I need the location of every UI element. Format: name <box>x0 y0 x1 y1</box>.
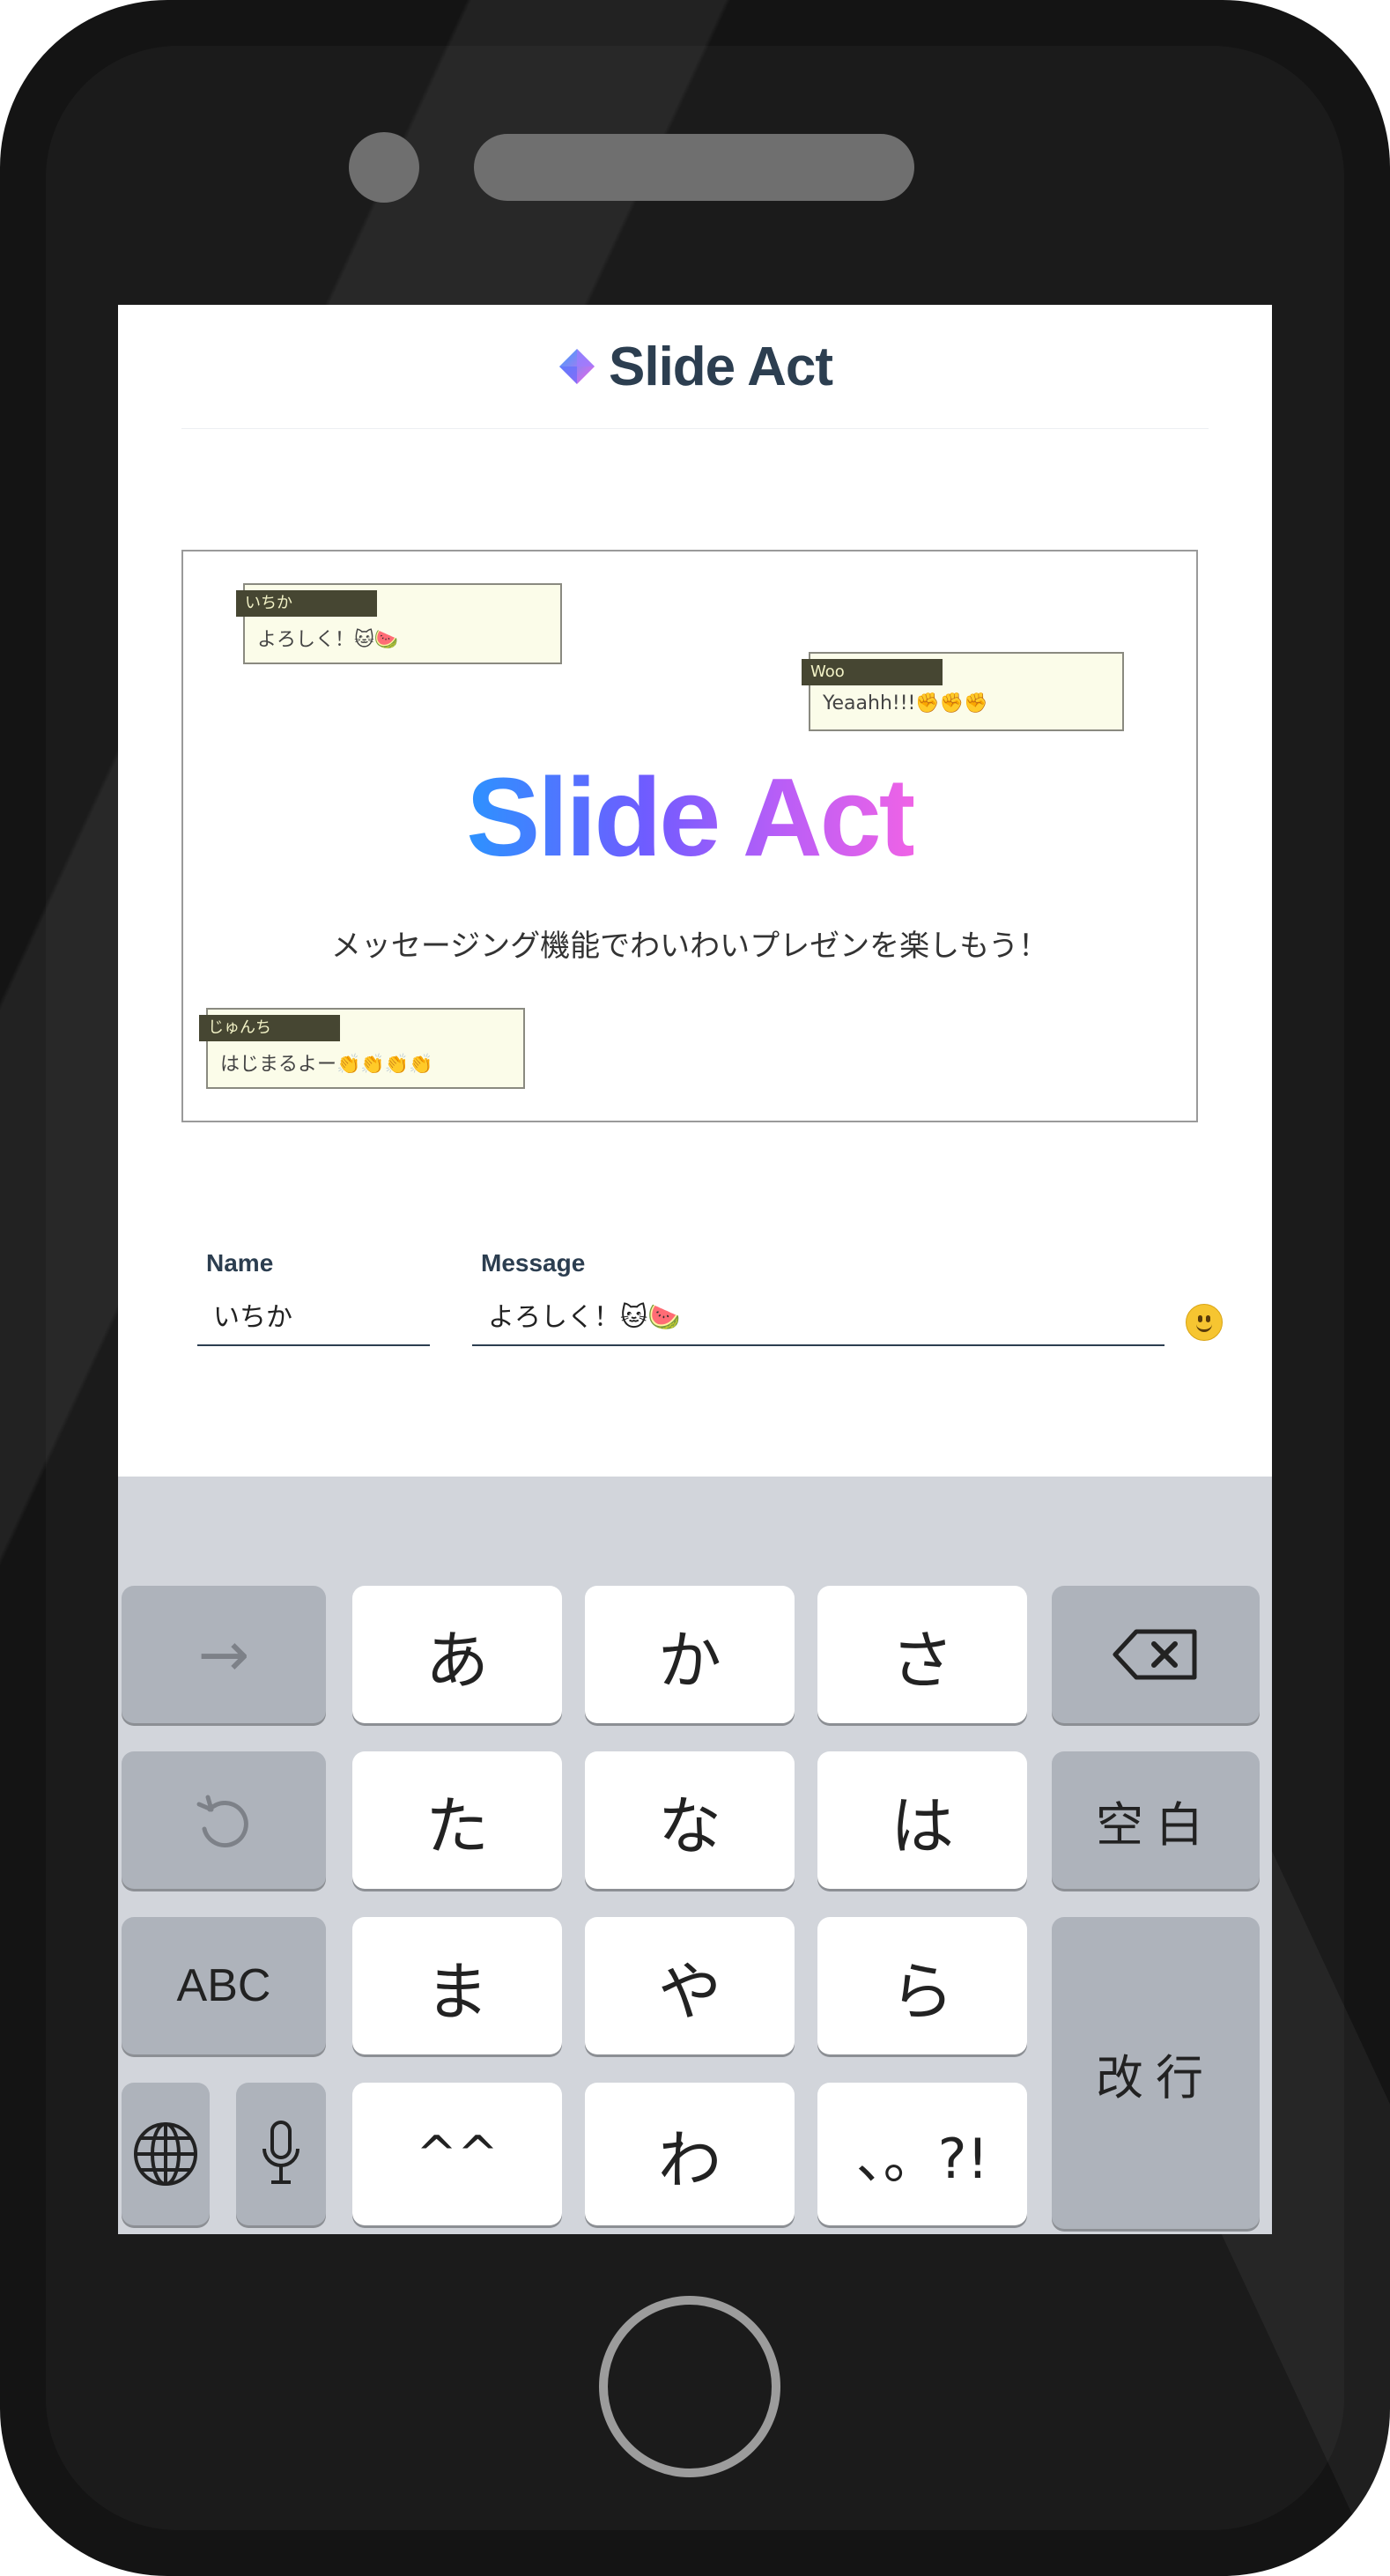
key-return[interactable]: 改行 <box>1052 1917 1260 2229</box>
microphone-icon[interactable] <box>236 2083 326 2225</box>
key-ma[interactable]: ま <box>352 1917 562 2054</box>
slide-subtitle: メッセージング機能でわいわいプレゼンを楽しもう！ <box>330 929 1049 964</box>
message-label: Message <box>481 1249 586 1277</box>
key-na[interactable]: な <box>585 1751 795 1889</box>
front-camera <box>349 132 419 203</box>
phone-frame: Slide Act いちか よろしく！🐱🍉 Woo Yeaahh!!!✊✊✊ じ… <box>0 0 1390 2576</box>
comment-bubble: Woo Yeaahh!!!✊✊✊ <box>802 652 1124 731</box>
comment-author: いちか <box>236 590 377 617</box>
comment-text: Yeaahh!!!✊✊✊ <box>823 692 988 714</box>
key-wa[interactable]: わ <box>585 2083 795 2225</box>
key-abc[interactable]: ABC <box>122 1917 326 2054</box>
logo-gem-icon <box>558 347 596 386</box>
key-ra[interactable]: ら <box>817 1917 1027 2054</box>
key-next-arrow[interactable]: → <box>122 1586 326 1723</box>
key-ka[interactable]: か <box>585 1586 795 1723</box>
key-ha[interactable]: は <box>817 1751 1027 1889</box>
home-button[interactable] <box>599 2296 780 2477</box>
comment-text: よろしく！🐱🍉 <box>257 629 399 651</box>
japanese-keyboard: → あ か さ た な は 空白 ABC ま や ら 改行 ^^ わ 、。?! <box>118 1477 1272 2234</box>
comment-author: じゅんち <box>199 1015 340 1041</box>
earpiece-speaker <box>474 134 914 201</box>
brand-name: Slide Act <box>609 336 833 397</box>
key-ya[interactable]: や <box>585 1917 795 2054</box>
app-header: Slide Act <box>181 305 1209 429</box>
comment-text: はじまるよー👏👏👏👏 <box>220 1054 433 1076</box>
key-sa[interactable]: さ <box>817 1586 1027 1723</box>
slide-title: Slide Act <box>466 755 915 879</box>
key-punctuation[interactable]: 、。?! <box>817 2083 1027 2225</box>
comment-author: Woo <box>802 659 943 685</box>
name-label: Name <box>206 1249 274 1277</box>
emoji-smile-icon[interactable] <box>1186 1304 1223 1341</box>
key-ta[interactable]: た <box>352 1751 562 1889</box>
key-kaomoji[interactable]: ^^ <box>352 2083 562 2225</box>
name-input[interactable]: いちか <box>197 1293 430 1346</box>
undo-icon[interactable] <box>122 1751 326 1889</box>
comment-bubble: いちか よろしく！🐱🍉 <box>236 583 562 664</box>
key-a[interactable]: あ <box>352 1586 562 1723</box>
comment-bubble: じゅんち はじまるよー👏👏👏👏 <box>199 1008 525 1089</box>
key-space[interactable]: 空白 <box>1052 1751 1260 1889</box>
message-input[interactable]: よろしく！🐱🍉 <box>472 1293 1164 1346</box>
delete-icon[interactable] <box>1052 1586 1260 1723</box>
screen: Slide Act いちか よろしく！🐱🍉 Woo Yeaahh!!!✊✊✊ じ… <box>118 305 1272 2234</box>
globe-icon[interactable] <box>122 2083 210 2225</box>
slide-preview: いちか よろしく！🐱🍉 Woo Yeaahh!!!✊✊✊ じゅんち はじまるよー… <box>181 550 1198 1122</box>
